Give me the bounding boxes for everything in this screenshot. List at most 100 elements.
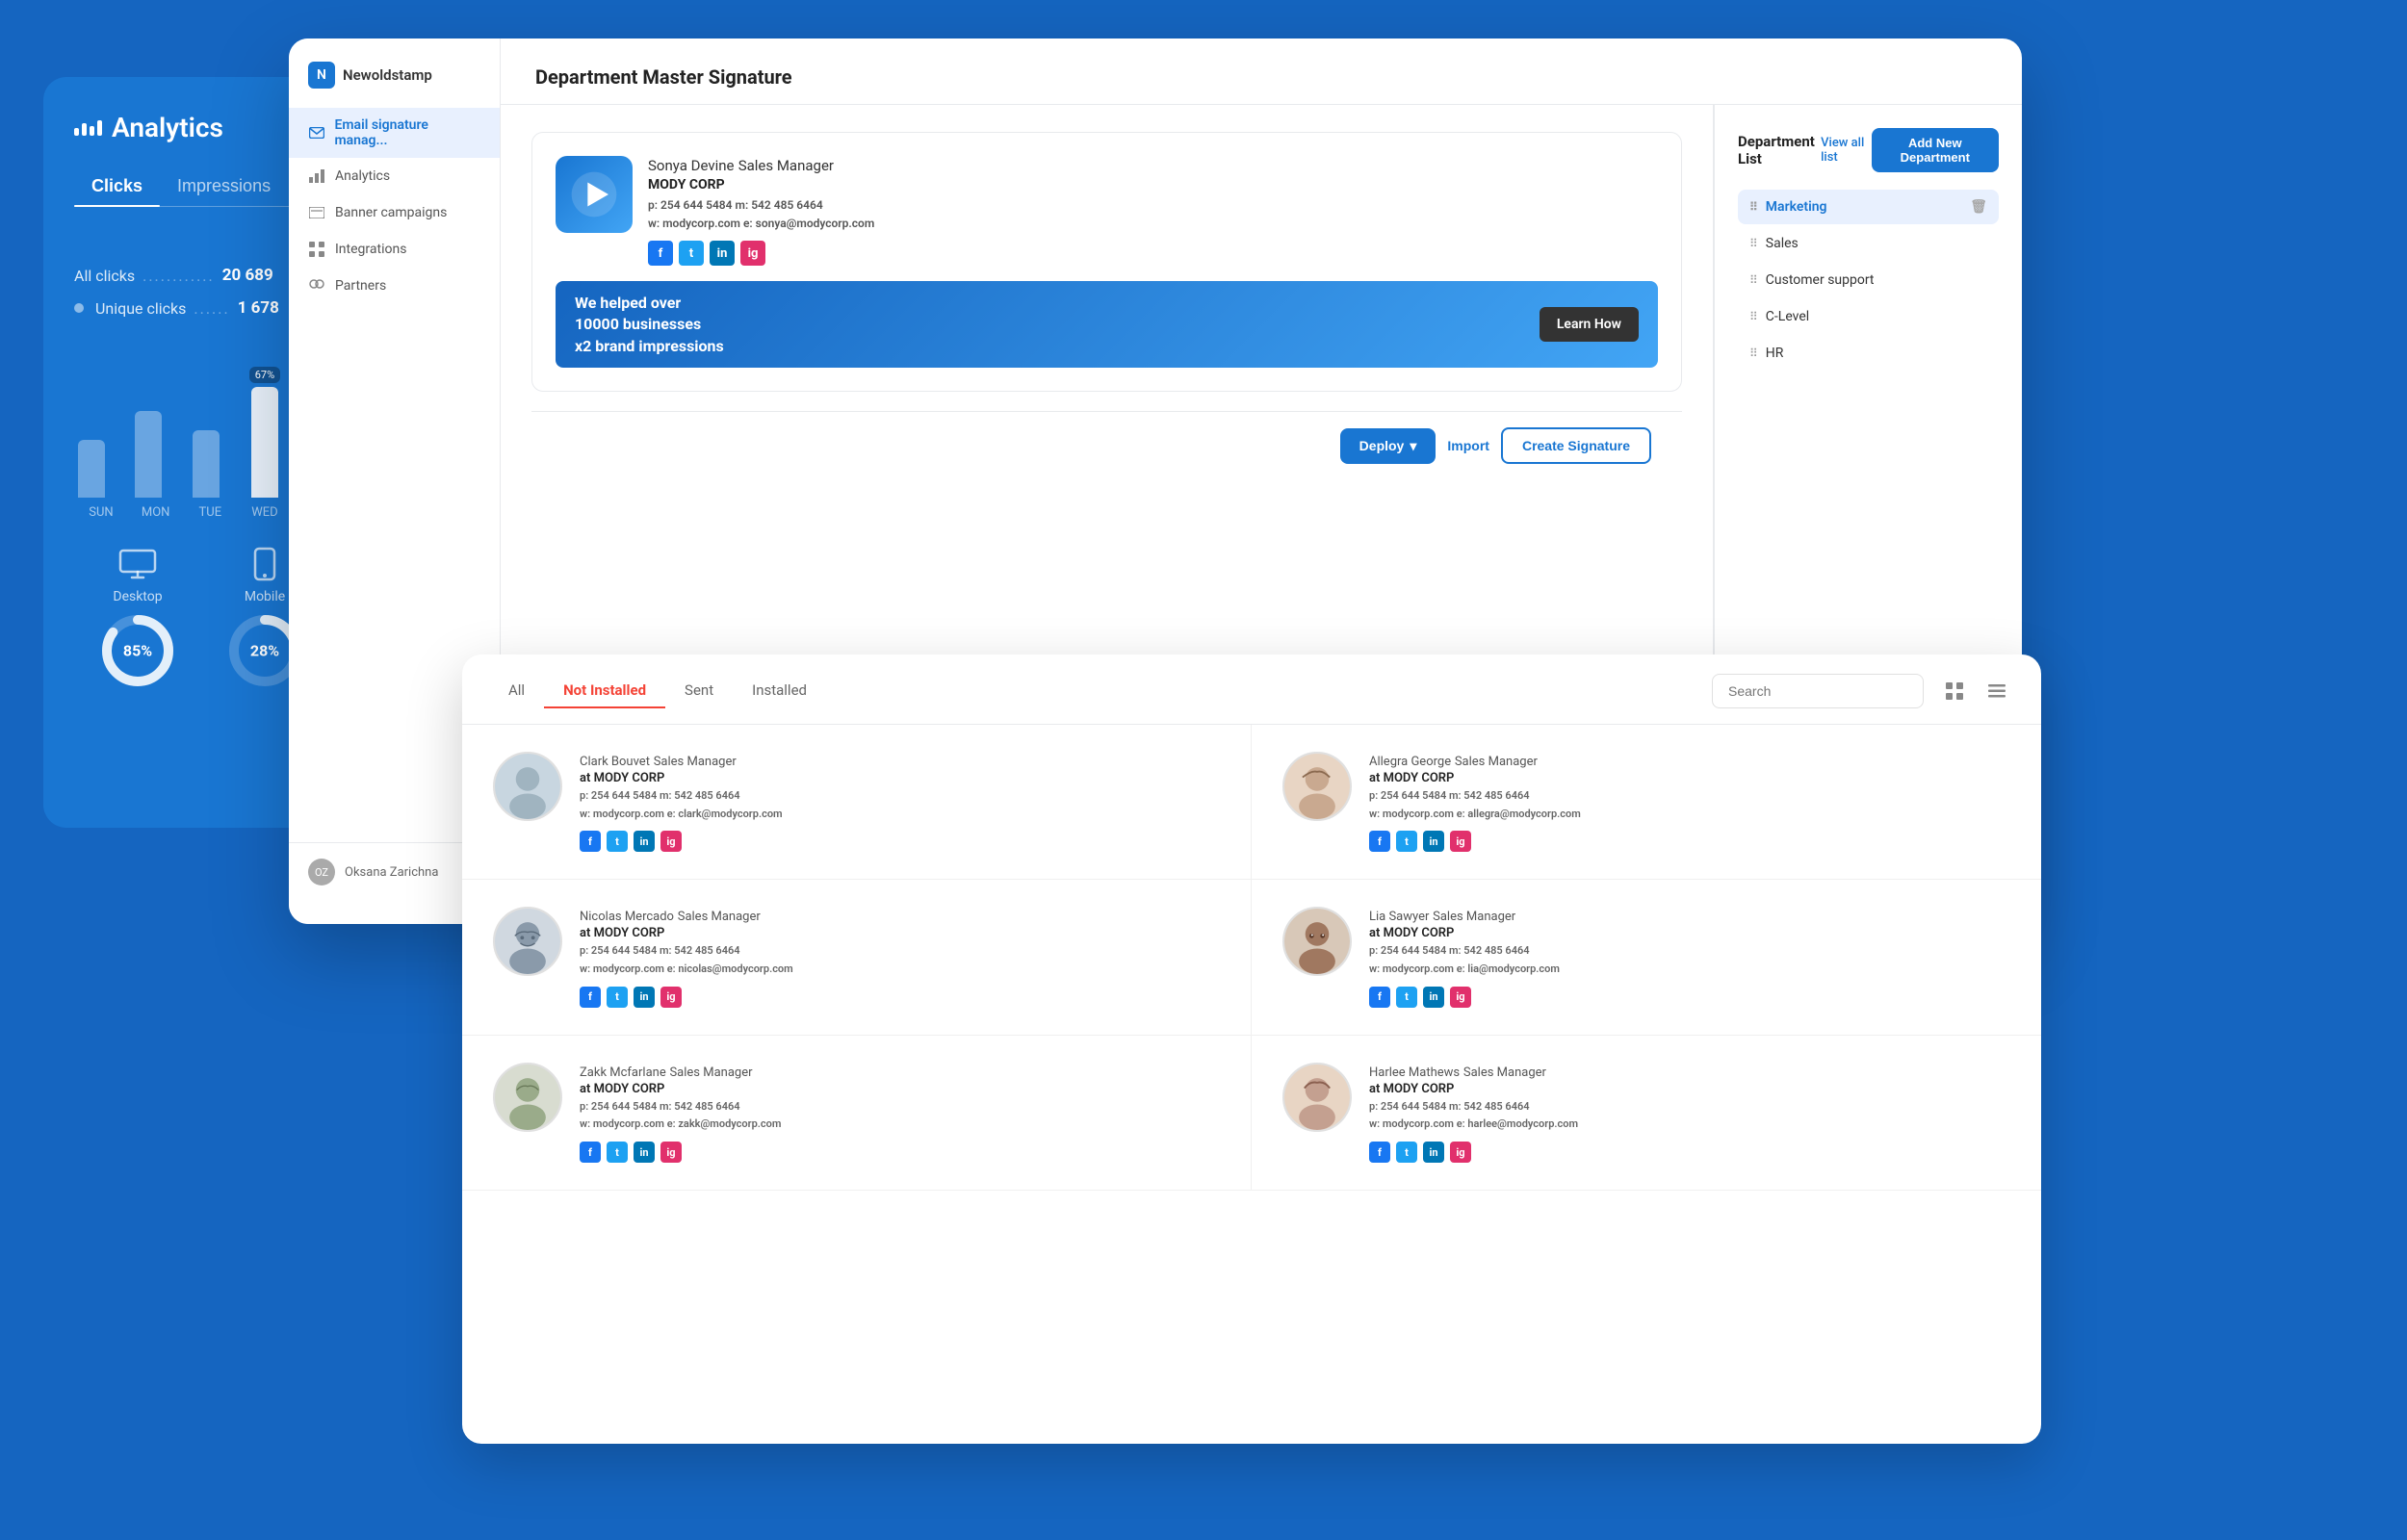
facebook-icon[interactable]: f (648, 241, 673, 266)
emp-detail: p: 254 644 5484 m: 542 485 6464 w: modyc… (580, 942, 1220, 978)
twitter-icon[interactable]: t (1396, 831, 1417, 852)
desktop-percent: 85% (123, 642, 152, 660)
sidebar-item-banner[interactable]: Banner campaigns (289, 194, 500, 231)
sidebar-item-label: Banner campaigns (335, 205, 447, 220)
linkedin-icon[interactable]: in (710, 241, 735, 266)
dept-item-support[interactable]: ⠿ Customer support (1738, 263, 1999, 297)
emp-name: Nicolas Mercado Sales Manager (580, 907, 1220, 924)
sidebar-item-label: Email signature manag... (335, 117, 481, 148)
twitter-icon[interactable]: t (1396, 987, 1417, 1008)
desktop-icon (116, 547, 159, 581)
emp-detail: p: 254 644 5484 m: 542 485 6464 w: modyc… (580, 1098, 1220, 1134)
tab-impressions[interactable]: Impressions (160, 170, 288, 206)
filter-tab-all[interactable]: All (489, 674, 544, 708)
sig-social: f t in ig (648, 241, 1658, 266)
emp-social: f t in ig (580, 831, 1220, 852)
twitter-icon[interactable]: t (607, 831, 628, 852)
twitter-icon[interactable]: t (1396, 1142, 1417, 1163)
list-view-button[interactable] (1980, 674, 2014, 708)
filter-tab-installed[interactable]: Installed (733, 674, 826, 708)
instagram-icon[interactable]: ig (1450, 987, 1471, 1008)
twitter-icon[interactable]: t (607, 987, 628, 1008)
sidebar-item-partners[interactable]: Partners (289, 268, 500, 304)
emp-card-clark: Clark Bouvet Sales Manager at MODY CORP … (462, 725, 1252, 880)
bottom-modal: All Not Installed Sent Installed (462, 654, 2041, 1444)
dept-item-clevel[interactable]: ⠿ C-Level (1738, 299, 1999, 334)
dept-item-marketing[interactable]: ⠿ Marketing 🗑 (1738, 190, 1999, 224)
sidebar-item-label: Integrations (335, 242, 406, 257)
day-tue: TUE (187, 505, 233, 520)
twitter-icon[interactable]: t (607, 1142, 628, 1163)
facebook-icon[interactable]: f (1369, 831, 1390, 852)
sidebar-item-integrations[interactable]: Integrations (289, 231, 500, 268)
dept-panel-title: Department List (1738, 133, 1821, 167)
sidebar-item-email[interactable]: Email signature manag... (289, 108, 500, 158)
sig-top: Sonya Devine Sales Manager MODY CORP p: … (556, 156, 1658, 266)
add-dept-button[interactable]: Add New Department (1872, 128, 1999, 172)
emp-avatar-harlee (1282, 1063, 1352, 1132)
sidebar-item-analytics[interactable]: Analytics (289, 158, 500, 194)
sig-info: Sonya Devine Sales Manager MODY CORP p: … (648, 156, 1658, 266)
bar-rect-active (251, 387, 278, 498)
grid-view-button[interactable] (1937, 674, 1972, 708)
search-input[interactable] (1712, 674, 1924, 708)
sig-banner-btn[interactable]: Learn How (1540, 307, 1639, 342)
user-avatar: OZ (308, 859, 335, 886)
day-mon: MON (133, 505, 179, 520)
desktop-donut: 85% (99, 612, 176, 689)
emp-detail: p: 254 644 5484 m: 542 485 6464 w: modyc… (1369, 787, 2010, 823)
filter-tab-not-installed[interactable]: Not Installed (544, 674, 665, 708)
create-signature-button[interactable]: Create Signature (1501, 427, 1651, 464)
instagram-icon[interactable]: ig (740, 241, 765, 266)
facebook-icon[interactable]: f (580, 1142, 601, 1163)
linkedin-icon[interactable]: in (1423, 1142, 1444, 1163)
emp-social: f t in ig (1369, 831, 2010, 852)
twitter-icon[interactable]: t (679, 241, 704, 266)
emp-social: f t in ig (1369, 987, 2010, 1008)
linkedin-icon[interactable]: in (634, 1142, 655, 1163)
import-button[interactable]: Import (1447, 438, 1489, 453)
instagram-icon[interactable]: ig (1450, 1142, 1471, 1163)
view-toggle (1937, 674, 2014, 708)
all-clicks-label: All clicks (74, 267, 135, 285)
instagram-icon[interactable]: ig (1450, 831, 1471, 852)
instagram-icon[interactable]: ig (660, 1142, 682, 1163)
day-wed: WED (242, 505, 288, 520)
emp-social: f t in ig (580, 987, 1220, 1008)
dept-item-label: Customer support (1766, 272, 1875, 288)
filter-tab-sent[interactable]: Sent (665, 674, 733, 708)
emp-detail: p: 254 644 5484 m: 542 485 6464 w: modyc… (580, 787, 1220, 823)
emp-name: Harlee Mathews Sales Manager (1369, 1063, 2010, 1080)
facebook-icon[interactable]: f (1369, 1142, 1390, 1163)
dept-item-hr[interactable]: ⠿ HR (1738, 336, 1999, 371)
instagram-icon[interactable]: ig (660, 987, 682, 1008)
emp-name: Lia Sawyer Sales Manager (1369, 907, 2010, 924)
instagram-icon[interactable]: ig (660, 831, 682, 852)
facebook-icon[interactable]: f (580, 987, 601, 1008)
dept-header: Department Master Signature (501, 38, 2022, 105)
delete-icon[interactable]: 🗑 (1970, 199, 1987, 215)
emp-avatar-zakk (493, 1063, 562, 1132)
integration-icon (308, 241, 325, 258)
view-all-link[interactable]: View all list (1821, 136, 1871, 165)
emp-card-lia: Lia Sawyer Sales Manager at MODY CORP p:… (1252, 880, 2041, 1035)
linkedin-icon[interactable]: in (634, 831, 655, 852)
dept-item-sales[interactable]: ⠿ Sales (1738, 226, 1999, 261)
bottom-filter-row: All Not Installed Sent Installed (462, 654, 2041, 725)
linkedin-icon[interactable]: in (1423, 987, 1444, 1008)
deploy-button[interactable]: Deploy ▾ (1340, 428, 1436, 464)
tab-clicks[interactable]: Clicks (74, 170, 160, 206)
facebook-icon[interactable]: f (1369, 987, 1390, 1008)
facebook-icon[interactable]: f (580, 831, 601, 852)
linkedin-icon[interactable]: in (1423, 831, 1444, 852)
linkedin-icon[interactable]: in (634, 987, 655, 1008)
emp-company: at MODY CORP (1369, 771, 2010, 785)
action-bar: Deploy ▾ Import Create Signature (531, 411, 1682, 479)
sidebar-item-label: Analytics (335, 168, 390, 184)
logo-text: Newoldstamp (343, 66, 432, 84)
sidebar-item-label: Partners (335, 278, 386, 294)
emp-info-lia: Lia Sawyer Sales Manager at MODY CORP p:… (1369, 907, 2010, 1007)
unique-clicks-label: Unique clicks (95, 299, 186, 318)
dept-item-label: Sales (1766, 236, 1799, 251)
dept-item-label: Marketing (1766, 199, 1827, 215)
